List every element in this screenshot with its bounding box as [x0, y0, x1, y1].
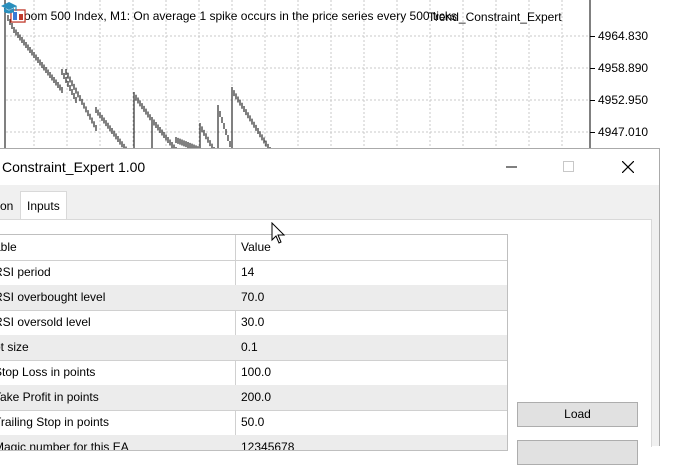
price-tick [590, 132, 595, 133]
price-tick [590, 100, 595, 101]
expert-cap-icon[interactable] [0, 0, 18, 16]
value-cell[interactable]: 200.0 [241, 385, 271, 410]
value-cell[interactable]: 50.0 [241, 410, 264, 435]
table-row[interactable]: Take Profit in points 200.0 [0, 385, 507, 411]
price-label: 4952.950 [598, 93, 649, 107]
expert-name-label: Trend_Constraint_Expert [428, 10, 562, 24]
table-row[interactable]: RSI period 14 [0, 260, 507, 286]
inputs-table: able Value RSI period14RSI overbought le… [0, 234, 508, 451]
maximize-icon [562, 161, 574, 172]
price-bars [7, 15, 271, 150]
value-cell[interactable]: 12345678 [241, 435, 294, 450]
table-row[interactable]: ot size 0.1 [0, 335, 507, 361]
variable-name-cell: RSI period [0, 265, 51, 279]
maximize-button[interactable] [546, 149, 591, 185]
table-row[interactable]: Stop Loss in points 100.0 [0, 360, 507, 386]
value-cell[interactable]: 14 [241, 260, 254, 285]
table-row[interactable]: RSI oversold level 30.0 [0, 310, 507, 336]
variable-name-cell: Magic number for this EA [0, 440, 129, 451]
close-button[interactable] [605, 149, 650, 185]
dialog-title: Constraint_Expert 1.00 [2, 159, 146, 175]
price-chart[interactable]: Boom 500 Index, M1: On average 1 spike o… [0, 0, 673, 150]
variable-column-header[interactable]: able [0, 235, 235, 260]
chart-symbol-description: Boom 500 Index, M1: On average 1 spike o… [16, 9, 457, 23]
value-cell[interactable]: 30.0 [241, 310, 264, 335]
inputs-panel: able Value RSI period14RSI overbought le… [0, 219, 652, 465]
variable-name-cell: RSI oversold level [0, 315, 91, 329]
load-button[interactable]: Load [517, 402, 638, 427]
table-row[interactable]: RSI overbought level 70.0 [0, 285, 507, 311]
value-cell[interactable]: 70.0 [241, 285, 264, 310]
value-cell[interactable]: 0.1 [241, 335, 258, 360]
variable-name-cell: RSI overbought level [0, 290, 106, 304]
tab-common[interactable]: on [0, 194, 19, 219]
expert-properties-dialog: Constraint_Expert 1.00 on Inputs able Va… [0, 148, 660, 465]
variable-name-cell: ot size [0, 340, 29, 354]
value-column-header[interactable]: Value [241, 235, 271, 260]
table-row[interactable]: Magic number for this EA 12345678 [0, 435, 507, 451]
dialog-titlebar[interactable]: Constraint_Expert 1.00 [0, 149, 659, 185]
table-row[interactable]: Trailing Stop in points 50.0 [0, 410, 507, 436]
minimize-icon [505, 166, 517, 168]
table-header-row: able Value [0, 235, 507, 261]
price-tick [590, 68, 595, 69]
minimize-button[interactable] [489, 149, 534, 185]
price-label: 4964.830 [598, 29, 649, 43]
variable-name-cell: Trailing Stop in points [0, 415, 109, 429]
tab-inputs[interactable]: Inputs [20, 191, 67, 220]
save-button[interactable] [517, 440, 638, 465]
mouse-cursor-icon [271, 222, 286, 244]
close-icon [621, 161, 634, 173]
price-label: 4958.890 [598, 61, 649, 75]
variable-name-cell: Take Profit in points [0, 390, 99, 404]
price-tick [590, 36, 595, 37]
chart-header: Boom 500 Index, M1: On average 1 spike o… [10, 9, 457, 23]
variable-name-cell: Stop Loss in points [0, 365, 96, 379]
price-label: 4947.010 [598, 125, 649, 139]
value-cell[interactable]: 100.0 [241, 360, 271, 385]
